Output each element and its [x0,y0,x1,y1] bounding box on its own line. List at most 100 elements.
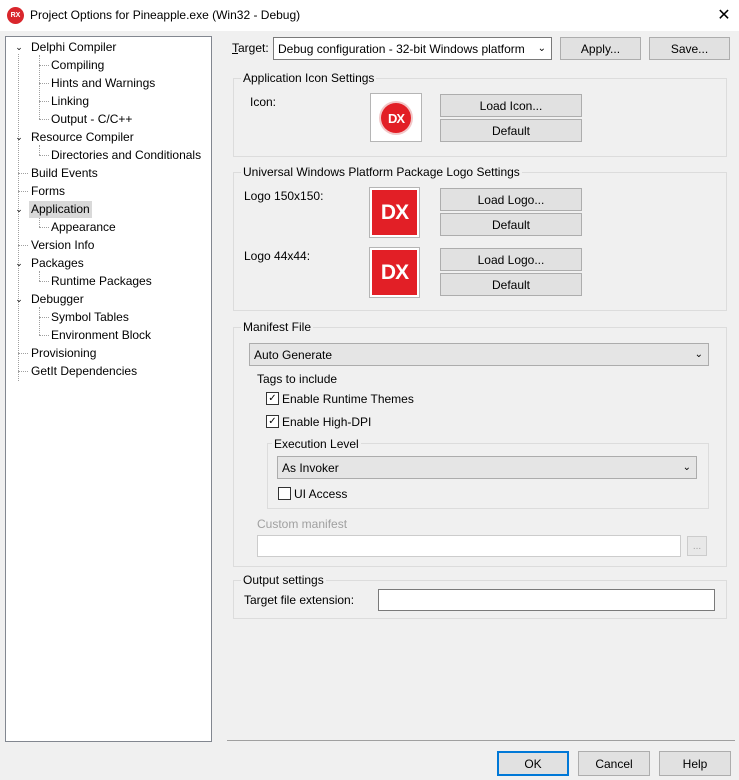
tree-item-label: Runtime Packages [51,274,152,288]
tree-line [18,371,28,372]
tree-line [39,155,49,156]
help-button[interactable]: Help [659,751,731,776]
footer-divider [227,740,735,741]
enable-dpi-checkbox[interactable]: ✓ [266,415,279,428]
tree-item-build-events[interactable]: Build Events [29,165,100,182]
target-label-rest: arget: [238,41,269,55]
tree-item-label: Appearance [51,220,116,234]
tree-line [39,101,49,102]
ui-access-label: UI Access [294,487,348,501]
tree-line [39,83,49,84]
cancel-button[interactable]: Cancel [578,751,650,776]
target-label: Target: [232,41,269,55]
tree-line [39,119,49,120]
tree-item-label: GetIt Dependencies [31,364,138,378]
chevron-down-icon[interactable]: ⌄ [14,39,24,56]
logo150-label: Logo 150x150: [244,189,324,203]
tree-item-label: Resource Compiler [31,130,134,144]
icon-settings-group [233,78,727,157]
tree-item-output-c-cpp[interactable]: Output - C/C++ [49,111,134,128]
tree-item-appearance[interactable]: Appearance [49,219,118,236]
manifest-title: Manifest File [241,320,314,334]
tree-item-label: Linking [51,94,90,108]
tree-item-symbol-tables[interactable]: Symbol Tables [49,309,131,326]
tree-item-environment-block[interactable]: Environment Block [49,327,153,344]
target-select-value: Debug configuration - 32-bit Windows pla… [278,41,525,56]
chevron-down-icon[interactable]: ⌄ [14,255,24,272]
logo44-label: Logo 44x44: [244,249,311,263]
dx-logo-icon: DX [372,250,417,295]
tree-line [18,173,28,174]
tree-item-version-info[interactable]: Version Info [29,237,96,254]
load-icon-button[interactable]: Load Icon... [440,94,582,117]
app-icon: RX [7,7,24,24]
tree-item-label: Symbol Tables [51,310,129,324]
tree-line [39,307,40,335]
tree-line [39,65,49,66]
tree-item-provisioning[interactable]: Provisioning [29,345,98,362]
tree-item-directories-and-conditionals[interactable]: Directories and Conditionals [49,147,203,164]
icon-label: Icon: [250,95,277,109]
load-logo44-button[interactable]: Load Logo... [440,248,582,271]
tree-line [39,271,40,281]
exec-level-select[interactable]: As Invoker ⌄ [277,456,697,479]
check-icon: ✓ [268,392,277,404]
tree-item-linking[interactable]: Linking [49,93,91,110]
load-logo150-button[interactable]: Load Logo... [440,188,582,211]
logo150-default-button[interactable]: Default [440,213,582,236]
exec-level-value: As Invoker [282,460,339,475]
custom-manifest-input[interactable] [257,535,681,557]
enable-dpi-label: Enable High-DPI [282,415,372,429]
uwp-logo-title: Universal Windows Platform Package Logo … [241,165,522,179]
enable-themes-label: Enable Runtime Themes [282,392,414,406]
tree-item-label: Version Info [31,238,95,252]
output-settings-title: Output settings [241,573,326,587]
tree-item-label: Directories and Conditionals [51,148,202,162]
tree-item-label: Provisioning [31,346,97,360]
target-ext-input[interactable] [378,589,715,611]
icon-settings-title: Application Icon Settings [241,71,377,85]
manifest-mode-select[interactable]: Auto Generate ⌄ [249,343,709,366]
window-title: Project Options for Pineapple.exe (Win32… [30,8,301,22]
tree-item-label: Application [29,201,92,218]
tree-line [39,217,40,227]
manifest-mode-value: Auto Generate [254,347,333,362]
chevron-down-icon: ⌄ [682,461,691,473]
dx-logo-icon: DX [372,190,417,235]
close-icon[interactable]: ✕ [712,3,736,27]
browse-manifest-button[interactable]: ... [687,536,707,556]
tree-line [18,353,28,354]
chevron-down-icon: ⌄ [694,348,703,360]
tree-item-label: Packages [31,256,84,270]
exec-level-title: Execution Level [272,437,361,451]
logo44-preview: DX [369,247,420,298]
apply-button[interactable]: Apply... [560,37,641,60]
ok-button[interactable]: OK [497,751,569,776]
tree-line [18,191,28,192]
chevron-down-icon[interactable]: ⌄ [14,201,24,218]
dx-icon: DX [381,103,411,133]
tree-item-getit-dependencies[interactable]: GetIt Dependencies [29,363,139,380]
chevron-down-icon[interactable]: ⌄ [14,291,24,308]
tree-line [39,317,49,318]
tree-line [39,281,49,282]
save-button[interactable]: Save... [649,37,730,60]
logo150-preview: DX [369,187,420,238]
tags-label: Tags to include [257,372,338,386]
ui-access-checkbox[interactable] [278,487,291,500]
target-ext-label: Target file extension: [244,593,355,607]
enable-themes-checkbox[interactable]: ✓ [266,392,279,405]
target-select[interactable]: Debug configuration - 32-bit Windows pla… [273,37,552,60]
logo44-default-button[interactable]: Default [440,273,582,296]
tree-item-runtime-packages[interactable]: Runtime Packages [49,273,154,290]
chevron-down-icon[interactable]: ⌄ [14,129,24,146]
tree-item-compiling[interactable]: Compiling [49,57,106,74]
tree-item-label: Environment Block [51,328,152,342]
chevron-down-icon: ⌄ [537,42,546,54]
options-tree[interactable]: ⌄ Delphi Compiler Compiling Hints and Wa… [5,36,212,742]
tree-line [39,335,49,336]
tree-item-forms[interactable]: Forms [29,183,67,200]
tree-item-hints-and-warnings[interactable]: Hints and Warnings [49,75,157,92]
check-icon: ✓ [268,415,277,427]
icon-default-button[interactable]: Default [440,119,582,142]
